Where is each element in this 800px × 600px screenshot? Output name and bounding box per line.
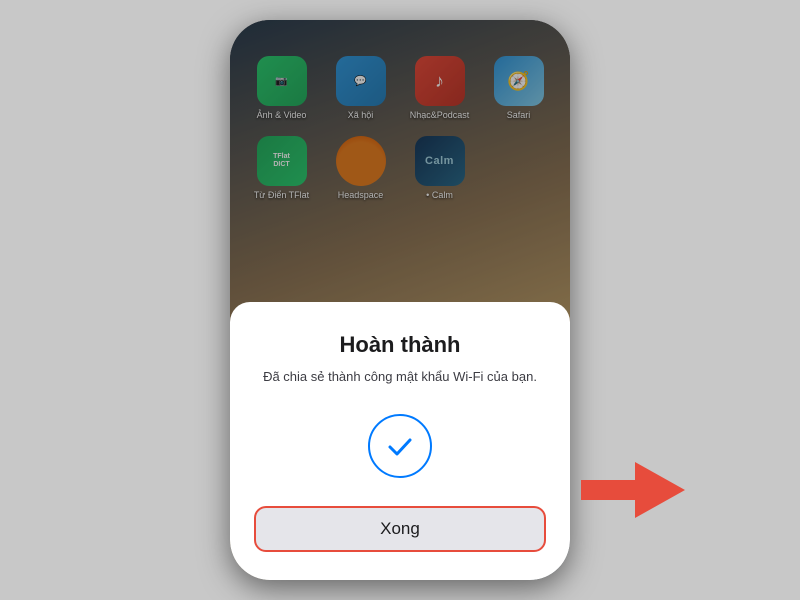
success-checkmark-circle [368,414,432,478]
arrow-head-icon [635,462,685,518]
phone-wrapper: 📷 Ảnh & Video 💬 Xã hội ♪ Nhạc&Podcast 🧭 … [230,20,570,580]
done-button[interactable]: Xong [254,506,546,552]
phone-container: 📷 Ảnh & Video 💬 Xã hội ♪ Nhạc&Podcast 🧭 … [230,20,570,580]
modal-title: Hoàn thành [340,332,461,358]
checkmark-icon [384,430,416,462]
arrow-body-rect [581,480,636,500]
phone-screen: 📷 Ảnh & Video 💬 Xã hội ♪ Nhạc&Podcast 🧭 … [230,20,570,580]
red-arrow-container [581,462,685,518]
modal-overlay: Hoàn thành Đã chia sẻ thành công mật khẩ… [230,20,570,580]
modal-sheet: Hoàn thành Đã chia sẻ thành công mật khẩ… [230,302,570,580]
modal-subtitle: Đã chia sẻ thành công mật khẩu Wi-Fi của… [263,368,537,386]
